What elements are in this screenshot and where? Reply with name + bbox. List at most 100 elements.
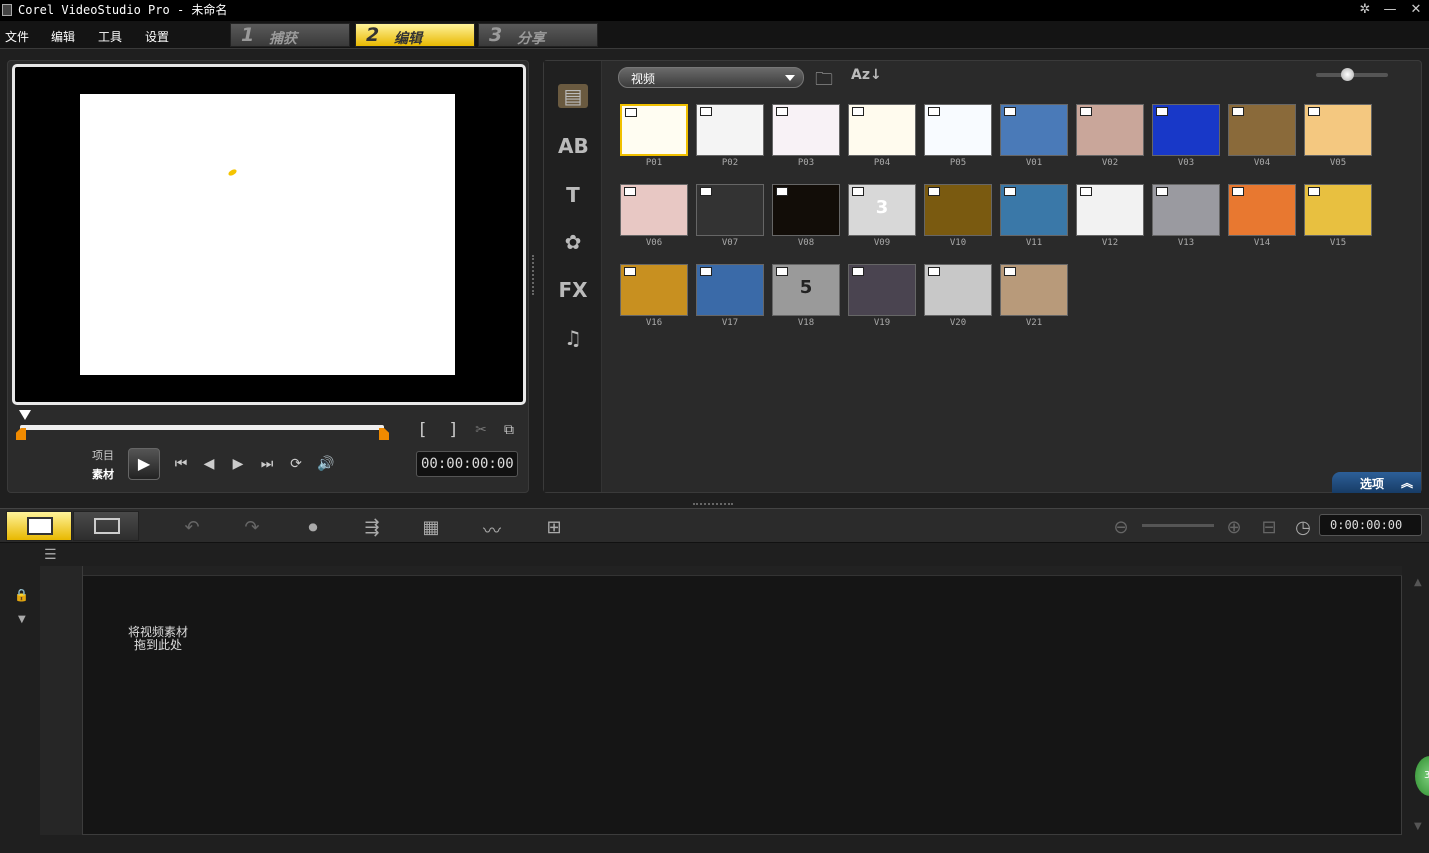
mode-project-label[interactable]: 项目 (92, 447, 114, 463)
mark-out-button[interactable]: ] (442, 422, 464, 440)
fit-project-icon[interactable]: ⊟ (1254, 517, 1284, 538)
clip-thumbnail[interactable] (1000, 264, 1068, 316)
graphic-icon[interactable]: ✿ (558, 230, 588, 254)
media-icon[interactable]: ▤ (558, 84, 588, 108)
clip-label: V02 (1101, 158, 1119, 168)
zoom-out-icon[interactable]: ⊖ (1106, 517, 1136, 538)
clip-thumbnail[interactable] (848, 104, 916, 156)
options-button[interactable]: 选项 ︽ (1332, 472, 1421, 493)
clip-label: V08 (797, 238, 815, 248)
transition-icon[interactable]: AB (558, 134, 589, 158)
chapter-icon[interactable]: ▦ (416, 517, 446, 538)
settings-icon[interactable]: ✲ (1355, 2, 1375, 17)
clip-label: V07 (721, 238, 739, 248)
sort-icon[interactable]: Az↓ (851, 67, 882, 89)
clip-thumbnail[interactable] (1152, 184, 1220, 236)
clip-thumbnail[interactable]: 3 (848, 184, 916, 236)
clip-thumbnail[interactable] (696, 104, 764, 156)
clip-thumbnail[interactable] (1000, 104, 1068, 156)
record-capture-icon[interactable]: ⏺ (298, 517, 328, 538)
clip-thumbnail[interactable] (1000, 184, 1068, 236)
storyboard-view-button[interactable] (6, 511, 72, 541)
app-logo-icon (2, 4, 12, 16)
clip-thumbnail[interactable] (924, 104, 992, 156)
slider-knob[interactable] (1341, 68, 1354, 81)
floating-badge[interactable]: 3 (1415, 756, 1429, 796)
scissors-icon[interactable]: ✂ (470, 422, 492, 440)
redo-icon[interactable]: ↷ (237, 517, 267, 538)
clip-thumbnail[interactable] (620, 184, 688, 236)
menu-settings[interactable]: 设置 (145, 28, 169, 45)
smart-proxy-icon[interactable]: ⇶ (357, 517, 387, 538)
end-icon[interactable]: ⏭ (256, 456, 278, 474)
music-icon[interactable]: ♫ (558, 326, 588, 350)
dropdown-value: 视频 (631, 72, 656, 86)
track-manager-icon[interactable]: ⊞ (539, 517, 569, 538)
clip-thumbnail[interactable] (696, 264, 764, 316)
minimize-button[interactable]: — (1380, 2, 1400, 17)
clip-thumbnail[interactable] (1304, 184, 1372, 236)
timeline-toolbar: ↶ ↷ ⏺ ⇶ ▦ 〰 ⊞ ⊖ ⊕ ⊟ ◷ (0, 508, 1429, 543)
mark-in-button[interactable]: [ (412, 422, 434, 440)
clip-thumbnail[interactable] (1228, 184, 1296, 236)
step-edit-tab[interactable]: 2 编辑 (355, 23, 475, 47)
drop-hint: 将视频素材拖到此处 (128, 625, 189, 652)
track-list-icon[interactable]: ☰ (44, 547, 57, 563)
add-folder-icon[interactable]: 🗀 (815, 67, 839, 90)
horizontal-splitter[interactable] (693, 503, 733, 506)
menu-edit[interactable]: 编辑 (51, 28, 75, 45)
zoom-in-icon[interactable]: ⊕ (1219, 517, 1249, 538)
library-category-dropdown[interactable]: 视频 (618, 67, 804, 88)
timeline-timecode[interactable]: 0:00:00:00 (1319, 514, 1422, 536)
playhead-handle[interactable] (19, 410, 31, 420)
thumbnail-number: 3 (875, 197, 889, 218)
zoom-slider[interactable] (1142, 524, 1214, 527)
storyboard-area[interactable] (40, 566, 1402, 835)
timeline-view-button[interactable] (73, 511, 139, 541)
preview-timecode[interactable]: 00:00:00:00 (416, 451, 518, 477)
clip-thumbnail[interactable] (1152, 104, 1220, 156)
preview-frame (80, 94, 455, 375)
clip-thumbnail[interactable] (924, 184, 992, 236)
film-icon (624, 267, 636, 276)
expand-down-icon[interactable]: ▼ (18, 614, 26, 625)
step-share-tab[interactable]: 3 分享 (478, 23, 598, 47)
film-icon (1308, 107, 1320, 116)
vertical-splitter[interactable] (532, 255, 535, 295)
clip-thumbnail[interactable]: 5 (772, 264, 840, 316)
menu-tools[interactable]: 工具 (98, 28, 122, 45)
clip-thumbnail[interactable] (772, 184, 840, 236)
clip-thumbnail[interactable] (1304, 104, 1372, 156)
audio-wave-icon[interactable]: 〰 (477, 517, 507, 542)
filter-fx-icon[interactable]: FX (558, 278, 588, 302)
title-icon[interactable]: T (558, 183, 588, 207)
track-lock-icon[interactable]: 🔒 (14, 588, 29, 602)
enlarge-preview-icon[interactable]: ⧉ (498, 422, 520, 440)
clip-label: V19 (873, 318, 891, 328)
next-frame-icon[interactable]: ▶ (227, 456, 249, 474)
undo-icon[interactable]: ↶ (177, 517, 207, 538)
clip-thumbnail[interactable] (1076, 104, 1144, 156)
step-capture-tab[interactable]: 1 捕获 (230, 23, 350, 47)
film-icon (1156, 187, 1168, 196)
clip-thumbnail[interactable] (772, 104, 840, 156)
clip-thumbnail[interactable] (620, 264, 688, 316)
clip-thumbnail[interactable] (848, 264, 916, 316)
mode-clip-label[interactable]: 素材 (92, 466, 114, 482)
play-button[interactable]: ▶ (128, 448, 160, 480)
clip-thumbnail[interactable] (620, 104, 688, 156)
clip-thumbnail[interactable] (1228, 104, 1296, 156)
previous-frame-icon[interactable]: ◀ (198, 456, 220, 474)
home-icon[interactable]: ⏮ (170, 456, 192, 474)
clip-thumbnail[interactable] (1076, 184, 1144, 236)
menu-file[interactable]: 文件 (5, 28, 29, 45)
window-title: Corel VideoStudio Pro - 未命名 (18, 3, 228, 17)
close-button[interactable]: ✕ (1406, 2, 1426, 17)
scroll-up-icon[interactable]: ▲ (1414, 577, 1422, 588)
scrubber-bar[interactable] (20, 425, 384, 430)
volume-icon[interactable]: 🔊 (315, 456, 337, 474)
repeat-icon[interactable]: ⟳ (285, 456, 307, 474)
clip-thumbnail[interactable] (696, 184, 764, 236)
scroll-down-icon[interactable]: ▼ (1414, 821, 1422, 832)
clip-thumbnail[interactable] (924, 264, 992, 316)
